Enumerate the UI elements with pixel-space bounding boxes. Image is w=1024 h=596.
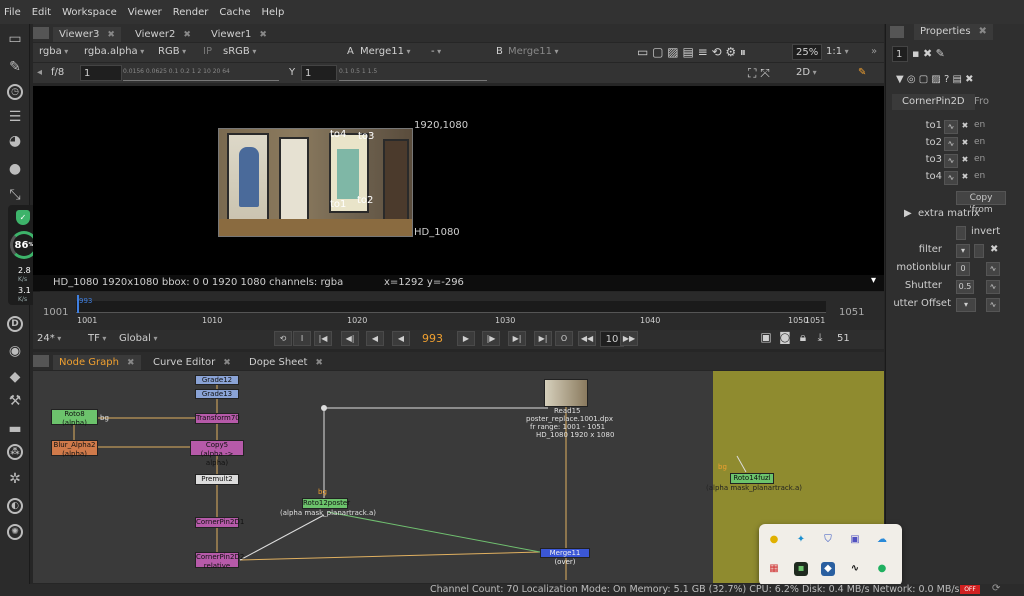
panel-tools-icon[interactable]: ▪ ✖ ✎ — [912, 46, 945, 62]
node-premult2[interactable]: Premult2 — [195, 474, 239, 485]
param-to2: to2 ∿ ✖ en — [886, 137, 1024, 153]
node-copy5[interactable]: Copy5 (alpha -> alpha) — [190, 440, 244, 467]
cloud-icon[interactable]: ☁ — [875, 533, 889, 547]
shutter-field[interactable]: 0.5 — [956, 280, 974, 294]
curve-icon[interactable]: ∿ — [986, 298, 1000, 312]
param-suffix: en — [974, 120, 986, 130]
refresh-icon[interactable]: ⟳ — [992, 583, 1000, 594]
curve-app-icon[interactable]: ∿ — [848, 562, 862, 576]
invert-checkbox[interactable] — [956, 226, 966, 240]
invert-row: invert — [886, 226, 1024, 242]
chat-icon[interactable]: ● — [875, 562, 889, 576]
read15-label: Read15 — [554, 407, 581, 415]
shield-icon[interactable]: ⛉ — [821, 533, 835, 547]
teams-icon[interactable]: ▣ — [848, 533, 862, 547]
reset-icon[interactable]: ✖ — [960, 154, 970, 168]
bg-input-label: bg — [100, 414, 109, 422]
node-grade12[interactable]: Grade12 — [195, 375, 239, 385]
curve-icon[interactable]: ∿ — [986, 262, 1000, 276]
read15-file: poster_replace.1001.dpx — [526, 415, 613, 423]
reset-icon[interactable]: ✖ — [990, 244, 998, 255]
network-icon[interactable]: ▦ — [767, 562, 781, 576]
app-icon[interactable]: ◆ — [821, 562, 835, 576]
gpu-icon[interactable]: ▪ — [794, 562, 808, 576]
shutter-offset-row: utter Offset ▾ ∿ — [886, 298, 1024, 314]
node-read15-thumbnail[interactable] — [544, 379, 588, 407]
curve-icon[interactable]: ∿ — [944, 154, 958, 168]
copy-from-button[interactable]: Copy 'from — [956, 191, 1006, 215]
node-merge11[interactable]: Merge11 (over) — [540, 548, 590, 566]
param-suffix: en — [974, 171, 986, 181]
node-roto8[interactable]: Roto8 (alpha) — [51, 409, 98, 427]
param-to4: to4 ∿ ✖ en — [886, 171, 1024, 187]
bg-input-label-3: bg — [718, 463, 727, 471]
read15-format: HD_1080 1920 x 1080 — [536, 431, 615, 439]
shutter-row: Shutter 0.5 ∿ — [886, 280, 1024, 296]
curve-icon[interactable]: ∿ — [944, 171, 958, 185]
extra-matrix-group: ▶ extra matrix — [904, 208, 980, 219]
motionblur-row: motionblur 0 ∿ — [886, 262, 1024, 278]
roto12-sublabel: (alpha mask_planartrack.a) — [280, 509, 377, 517]
param-to3: to3 ∿ ✖ en — [886, 154, 1024, 170]
expand-triangle-icon[interactable]: ▶ — [904, 208, 912, 219]
curve-icon[interactable]: ∿ — [986, 280, 1000, 294]
motionblur-field[interactable]: 0 — [956, 262, 970, 276]
reset-icon[interactable]: ✖ — [960, 171, 970, 185]
node-panel-header-icons[interactable]: ▼ ◎ ▢ ▨ ? ▤ ✖ — [896, 72, 974, 88]
node-grade13[interactable]: Grade13 — [195, 389, 239, 399]
curve-icon[interactable]: ∿ — [944, 137, 958, 151]
shutter-offset-select[interactable]: ▾ — [956, 298, 976, 312]
node-connections — [73, 385, 747, 580]
filter-checkbox[interactable] — [974, 244, 984, 258]
status-bar: Channel Count: 70 Localization Mode: On … — [0, 583, 1024, 596]
node-roto14fuzl[interactable]: Roto14fuzl — [730, 473, 774, 484]
node-cornerpin2d1[interactable]: CornerPin2D1 — [195, 517, 244, 528]
curve-icon[interactable]: ∿ — [944, 120, 958, 134]
roto14-sublabel: (alpha mask_planartrack.a) — [706, 484, 803, 492]
reset-icon[interactable]: ✖ — [960, 137, 970, 151]
system-tray-popup: ● ✦ ⛉ ▣ ☁ ▦ ▪ ◆ ∿ ● — [759, 524, 902, 586]
read15-range: fr range: 1001 - 1051 — [530, 423, 606, 431]
param-suffix: en — [974, 137, 986, 147]
node-transform70[interactable]: Transform70 — [195, 413, 240, 424]
filter-row: filter ▾ ✖ — [886, 244, 1024, 260]
status-badge[interactable]: OFF — [960, 585, 980, 594]
status-text: Channel Count: 70 Localization Mode: On … — [430, 584, 960, 595]
tab-properties[interactable]: Properties ✖ — [914, 24, 993, 40]
param-suffix: en — [974, 154, 986, 164]
pane-menu-icon[interactable] — [890, 26, 904, 38]
filter-select[interactable]: ▾ — [956, 244, 970, 258]
share-icon[interactable]: ✦ — [794, 533, 808, 547]
node-roto12poster[interactable]: Roto12poster — [302, 498, 350, 509]
node-cornerpin2d2[interactable]: CornerPin2D2 relative — [195, 552, 244, 570]
properties-panel: Properties ✖ 1 ▪ ✖ ✎ ▼ ◎ ▢ ▨ ? ▤ ✖ Corner… — [885, 24, 1024, 584]
bg-input-label-2: bg — [318, 488, 327, 496]
tab-cornerpin2d[interactable]: CornerPin2D — [892, 94, 975, 110]
bulb-icon[interactable]: ● — [767, 533, 781, 547]
param-to1: to1 ∿ ✖ en — [886, 120, 1024, 136]
node-blur-alpha2[interactable]: Blur_Alpha2 (alpha) — [51, 440, 98, 458]
tab-from[interactable]: Fro — [974, 94, 989, 110]
reset-icon[interactable]: ✖ — [960, 120, 970, 134]
max-panels-field[interactable]: 1 — [892, 46, 908, 62]
